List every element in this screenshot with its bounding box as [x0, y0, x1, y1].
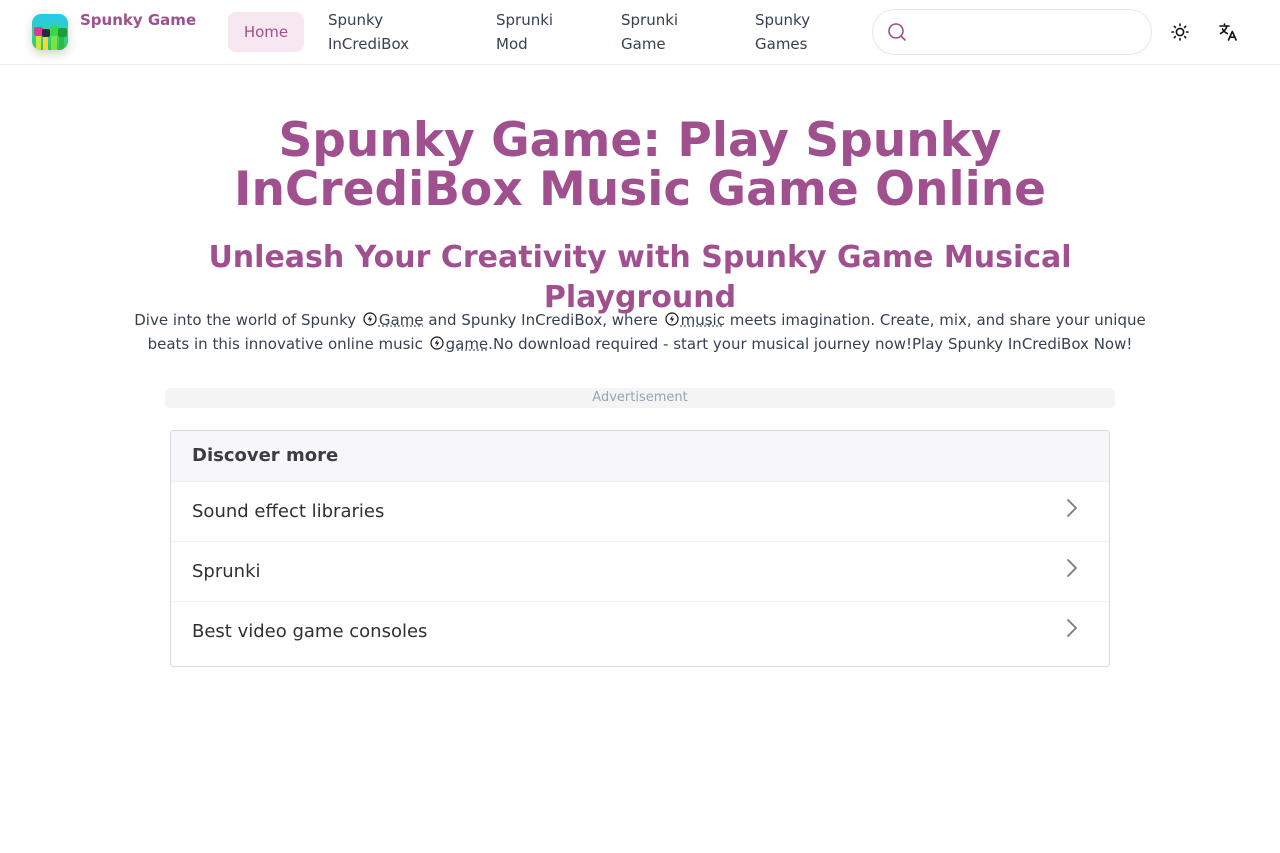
- discover-item-label: Sprunki: [192, 561, 261, 582]
- lightning-icon: [363, 312, 377, 326]
- nav-sprunki-game[interactable]: Sprunki Game: [605, 8, 695, 56]
- keyword-link-game[interactable]: Game: [379, 311, 424, 329]
- discover-item[interactable]: Sprunki: [171, 541, 1109, 601]
- theme-toggle-button[interactable]: [1168, 20, 1192, 44]
- intro-text-4: .No download required - start your music…: [488, 335, 1133, 353]
- page-title: Spunky Game: Play Spunky InCrediBox Musi…: [233, 113, 1047, 217]
- keyword-link-music[interactable]: music: [681, 311, 725, 329]
- lightning-icon: [664, 312, 679, 326]
- intro-text-2: and Spunky InCrediBox, where: [428, 311, 658, 329]
- language-button[interactable]: [1216, 20, 1240, 44]
- site-logo[interactable]: [32, 14, 68, 50]
- intro-text-1: Dive into the world of Spunky: [134, 311, 357, 329]
- intro-paragraph: Dive into the world of Spunky Game and S…: [120, 308, 1160, 356]
- discover-item[interactable]: Sound effect libraries: [171, 481, 1109, 541]
- discover-item-label: Best video game consoles: [192, 621, 428, 642]
- keyword-link-game-2[interactable]: game: [446, 335, 489, 353]
- nav-home[interactable]: Home: [228, 12, 304, 52]
- sun-icon: [1171, 23, 1189, 41]
- search-input[interactable]: [917, 18, 1137, 46]
- nav-spunky-incredibox[interactable]: Spunky InCrediBox: [328, 8, 458, 56]
- discover-item[interactable]: Best video game consoles: [171, 601, 1109, 661]
- discover-header: Discover more: [171, 431, 1109, 481]
- search-icon: [888, 23, 906, 41]
- discover-more-panel: Discover more Sound effect libraries Spr…: [170, 430, 1110, 667]
- logo-image: [32, 14, 68, 50]
- advertisement-label: Advertisement: [165, 388, 1115, 408]
- page-subtitle: Unleash Your Creativity with Spunky Game…: [208, 240, 1072, 315]
- discover-item-label: Sound effect libraries: [192, 501, 385, 522]
- site-header: Spunky Game Home Spunky InCrediBox Sprun…: [0, 0, 1280, 65]
- translate-icon: [1219, 23, 1237, 41]
- lightning-icon: [430, 336, 444, 350]
- search-box[interactable]: [872, 9, 1152, 55]
- chevron-right-icon: [1067, 499, 1077, 517]
- nav-spunky-games[interactable]: Spunky Games: [739, 8, 839, 56]
- discover-title: Discover more: [192, 445, 339, 466]
- chevron-right-icon: [1067, 619, 1077, 637]
- brand-name[interactable]: Spunky Game: [80, 8, 200, 32]
- chevron-right-icon: [1067, 559, 1077, 577]
- nav-sprunki-mod[interactable]: Sprunki Mod: [496, 8, 576, 56]
